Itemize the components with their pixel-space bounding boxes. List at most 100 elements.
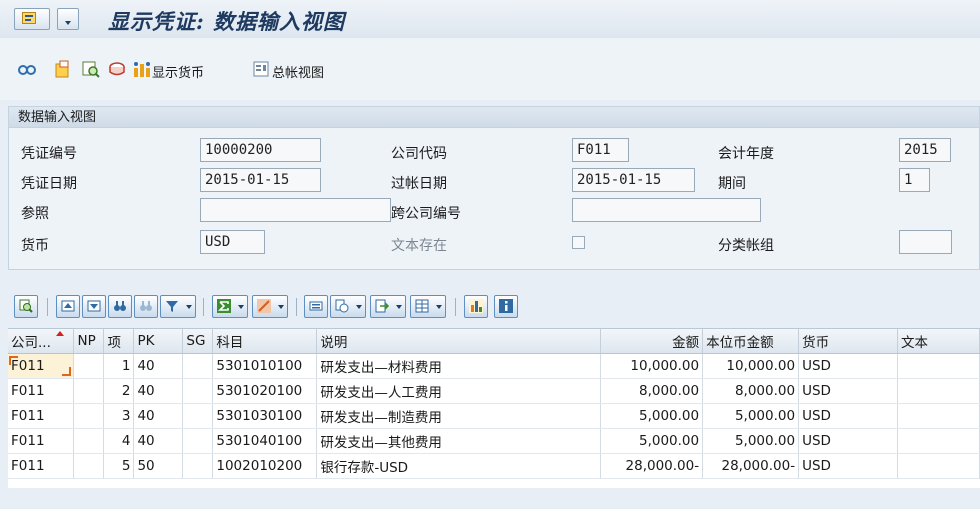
cell-account[interactable]: 5301030100 (212, 403, 318, 429)
posting-date-label: 过帐日期 (391, 176, 447, 192)
table-row[interactable]: F011 2 40 5301020100 研发支出—人工费用 8,000.00 … (8, 378, 980, 404)
menu-icon (22, 12, 36, 24)
cell-company[interactable]: F011 (8, 403, 75, 429)
column-header-amount[interactable]: 金额 (600, 329, 704, 354)
cell-np (73, 353, 105, 379)
column-header-text[interactable]: 文本 (897, 329, 980, 354)
cell-currency: USD (798, 428, 898, 454)
posting-date-field[interactable]: 2015-01-15 (572, 168, 695, 192)
details-button[interactable] (14, 295, 38, 318)
ledger-icon[interactable] (108, 60, 126, 78)
table-row[interactable]: F011 4 40 5301040100 研发支出—其他费用 5,000.00 … (8, 428, 980, 454)
table-row[interactable]: F011 1 40 5301010100 研发支出—材料费用 10,000.00… (8, 353, 980, 379)
column-header-description[interactable]: 说明 (316, 329, 602, 354)
column-header-local-amount[interactable]: 本位币金额 (702, 329, 800, 354)
text-exists-checkbox[interactable] (572, 236, 585, 249)
sort-descending-button[interactable] (82, 295, 106, 318)
currency-field[interactable]: USD (200, 230, 265, 254)
panel-title: 数据输入视图 (9, 107, 979, 128)
grid-toolbar (0, 290, 980, 326)
status-area (0, 488, 980, 509)
sort-indicator-icon (56, 331, 64, 336)
period-label: 期间 (718, 176, 746, 192)
find-next-button[interactable] (134, 295, 158, 318)
display-currency-button[interactable]: 显示货币 (152, 62, 204, 81)
cell-amount: 8,000.00 (600, 378, 704, 404)
application-toolbar: 显示货币 总帐视图 (0, 38, 980, 100)
page-title: 显示凭证: 数据输入视图 (108, 9, 346, 34)
cell-np (73, 428, 105, 454)
chevron-down-icon (436, 305, 442, 309)
reference-field[interactable] (200, 198, 391, 222)
system-menu-dropdown[interactable] (57, 8, 79, 30)
find-button[interactable] (108, 295, 132, 318)
cell-company[interactable]: F011 (8, 353, 75, 379)
display-document-icon[interactable] (82, 60, 100, 78)
table-row[interactable]: F011 5 50 1002010200 银行存款-USD 28,000.00-… (8, 453, 980, 479)
doc-date-label: 凭证日期 (21, 176, 77, 192)
cell-account[interactable]: 5301010100 (212, 353, 318, 379)
period-field[interactable]: 1 (899, 168, 930, 192)
general-ledger-view-button[interactable]: 总帐视图 (272, 62, 324, 81)
cell-account[interactable]: 5301040100 (212, 428, 318, 454)
print-preview-button[interactable] (304, 295, 328, 318)
info-icon (499, 299, 513, 313)
cell-sg (182, 378, 214, 404)
layout-button[interactable] (410, 295, 446, 318)
subtotal-icon (257, 299, 271, 313)
chart-button[interactable] (464, 295, 488, 318)
information-button[interactable] (494, 295, 518, 318)
cell-pk: 40 (133, 378, 184, 404)
sort-descending-icon (87, 300, 101, 312)
text-exists-label: 文本存在 (391, 238, 447, 254)
general-ledger-view-icon (253, 61, 269, 77)
binoculars-icon (114, 301, 126, 311)
cell-company[interactable]: F011 (8, 428, 75, 454)
cross-company-field[interactable] (572, 198, 761, 222)
cell-pk: 50 (133, 453, 184, 479)
document-icon[interactable] (54, 60, 72, 78)
cell-amount: 5,000.00 (600, 428, 704, 454)
doc-number-field[interactable]: 10000200 (200, 138, 321, 162)
doc-date-field[interactable]: 2015-01-15 (200, 168, 321, 192)
title-bar: 显示凭证: 数据输入视图 (0, 0, 980, 39)
column-header-np[interactable]: NP (73, 329, 105, 354)
filter-button[interactable] (160, 295, 196, 318)
views-icon (335, 299, 349, 313)
print-preview-icon (309, 301, 323, 311)
cell-local-amount: 5,000.00 (702, 428, 800, 454)
cell-currency: USD (798, 453, 898, 479)
cell-company[interactable]: F011 (8, 378, 75, 404)
cell-company[interactable]: F011 (8, 453, 75, 479)
system-menu-button[interactable] (14, 8, 50, 30)
column-header-currency[interactable]: 货币 (798, 329, 898, 354)
cell-account[interactable]: 1002010200 (212, 453, 318, 479)
sort-ascending-button[interactable] (56, 295, 80, 318)
fiscal-year-field[interactable]: 2015 (899, 138, 951, 162)
glasses-icon[interactable] (18, 60, 36, 78)
column-header-sg[interactable]: SG (182, 329, 214, 354)
line-items-grid: 公司... NP 项 PK SG 科目 说明 金额 本位币金额 货币 文本 F0… (8, 328, 980, 489)
company-code-field[interactable]: F011 (572, 138, 629, 162)
column-header-item[interactable]: 项 (103, 329, 135, 354)
cell-item: 3 (103, 403, 135, 429)
export-icon (375, 299, 389, 313)
cell-local-amount: 8,000.00 (702, 378, 800, 404)
cell-local-amount: 28,000.00- (702, 453, 800, 479)
cell-np (73, 403, 105, 429)
export-button[interactable] (370, 295, 406, 318)
total-button[interactable] (212, 295, 248, 318)
fiscal-year-label: 会计年度 (718, 146, 774, 162)
column-header-company[interactable]: 公司... (8, 329, 75, 354)
column-header-pk[interactable]: PK (133, 329, 184, 354)
table-row[interactable]: F011 3 40 5301030100 研发支出—制造费用 5,000.00 … (8, 403, 980, 429)
binoculars-next-icon (140, 301, 152, 311)
cell-text (897, 428, 980, 454)
document-header-panel: 数据输入视图 凭证编号 10000200 公司代码 F011 会计年度 2015… (8, 106, 980, 270)
subtotal-button[interactable] (252, 295, 288, 318)
views-button[interactable] (330, 295, 366, 318)
column-header-account[interactable]: 科目 (212, 329, 318, 354)
ledger-group-field[interactable] (899, 230, 952, 254)
cell-currency: USD (798, 378, 898, 404)
cell-account[interactable]: 5301020100 (212, 378, 318, 404)
